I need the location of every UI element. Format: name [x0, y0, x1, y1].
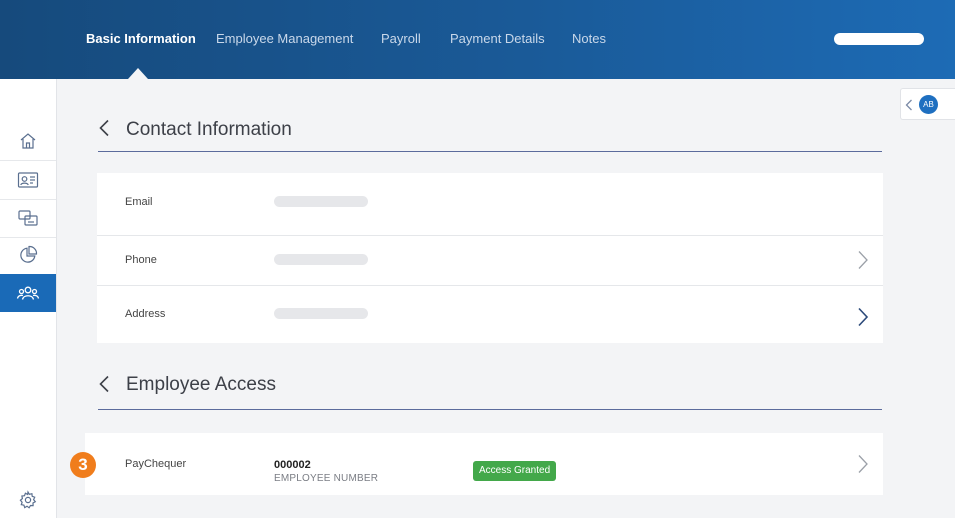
phone-label: Phone [125, 254, 157, 266]
section-divider [98, 151, 882, 152]
employee-number-value: 000002 [274, 459, 311, 471]
sidebar-item-contacts[interactable] [0, 161, 56, 199]
tab-basic-information[interactable]: Basic Information [86, 31, 196, 46]
phone-chevron-right-icon[interactable] [857, 250, 869, 270]
email-label: Email [125, 196, 153, 208]
user-menu-placeholder[interactable] [834, 33, 924, 45]
address-value-placeholder [274, 308, 368, 319]
address-label: Address [125, 308, 166, 320]
sidebar-item-settings[interactable] [0, 481, 56, 518]
sidebar-item-employees[interactable] [0, 274, 56, 312]
sidebar-item-home[interactable] [0, 122, 56, 160]
section-divider [98, 409, 882, 410]
section-title-employee-access: Employee Access [126, 374, 276, 395]
sidebar-item-reports[interactable] [0, 236, 56, 274]
tab-employee-management[interactable]: Employee Management [216, 31, 353, 46]
contact-card-icon [17, 172, 39, 188]
row-divider [97, 285, 883, 286]
gear-icon [19, 490, 37, 509]
step-number-badge: 3 [70, 452, 96, 478]
sidebar [0, 79, 57, 518]
employee-number-caption: EMPLOYEE NUMBER [274, 473, 379, 484]
tab-notes[interactable]: Notes [572, 31, 606, 46]
devices-icon [18, 210, 38, 226]
tab-payroll[interactable]: Payroll [381, 31, 421, 46]
section-title-contact-information: Contact Information [126, 119, 292, 140]
back-chevron-icon[interactable] [98, 375, 110, 393]
back-chevron-icon[interactable] [98, 119, 110, 137]
access-chevron-right-icon[interactable] [857, 454, 869, 474]
home-icon [20, 133, 36, 149]
active-tab-indicator [128, 68, 148, 79]
contact-card [97, 173, 883, 343]
row-divider [97, 235, 883, 236]
access-app-label: PayChequer [125, 458, 187, 470]
avatar[interactable]: AB [919, 95, 938, 114]
chevron-left-icon[interactable] [905, 99, 913, 111]
email-value-placeholder [274, 196, 368, 207]
people-icon [16, 286, 40, 300]
phone-value-placeholder [274, 254, 368, 265]
address-chevron-right-icon[interactable] [857, 307, 869, 327]
sidebar-item-devices[interactable] [0, 199, 56, 237]
tab-payment-details[interactable]: Payment Details [450, 31, 545, 46]
pie-chart-icon [20, 245, 38, 263]
status-badge: Access Granted [473, 461, 557, 481]
